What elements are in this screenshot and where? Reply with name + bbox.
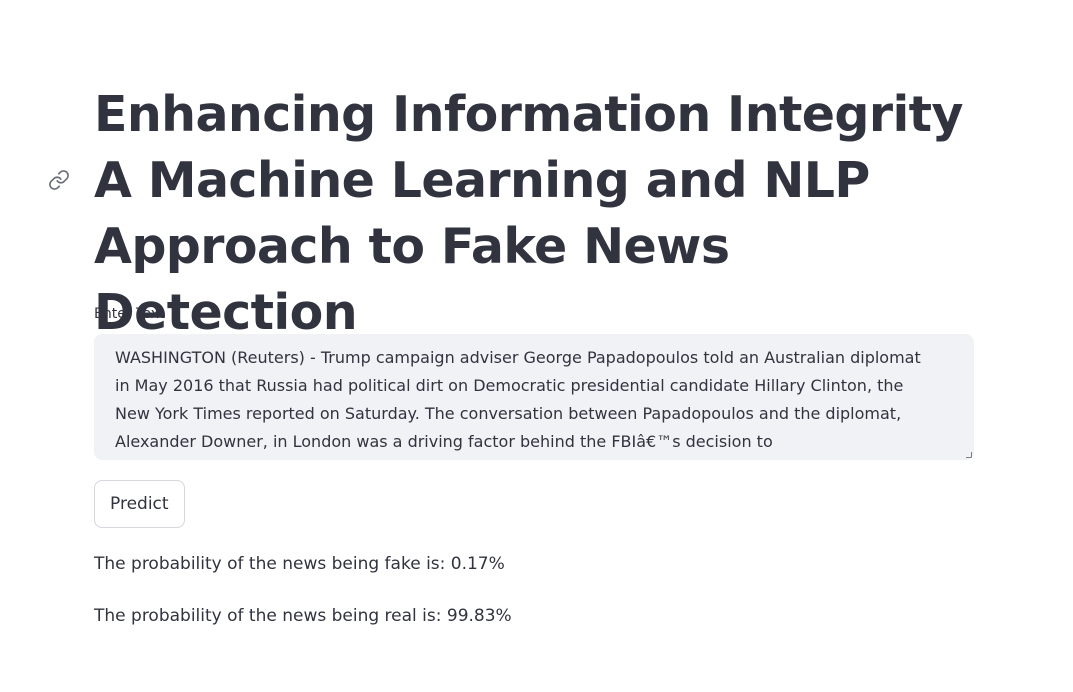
- page-title: Enhancing Information Integrity A Machin…: [94, 86, 963, 341]
- text-input-label: Enter Text: [94, 306, 165, 322]
- fake-probability-text: The probability of the news being fake i…: [94, 554, 505, 574]
- resize-handle[interactable]: [966, 452, 972, 458]
- text-input-container: WASHINGTON (Reuters) - Trump campaign ad…: [94, 334, 974, 460]
- text-input[interactable]: WASHINGTON (Reuters) - Trump campaign ad…: [94, 334, 974, 460]
- main-container: Enhancing Information Integrity A Machin…: [0, 0, 1073, 692]
- title-wrapper: Enhancing Information Integrity A Machin…: [94, 82, 994, 346]
- link-icon[interactable]: [47, 168, 71, 192]
- real-probability-text: The probability of the news being real i…: [94, 606, 512, 626]
- predict-button[interactable]: Predict: [94, 480, 185, 528]
